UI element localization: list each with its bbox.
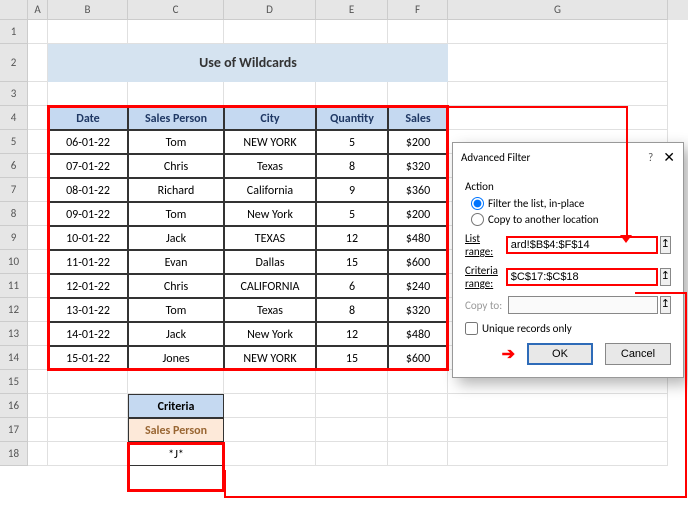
- col-header-A[interactable]: A: [28, 0, 48, 20]
- unique-records-checkbox[interactable]: Unique records only: [465, 322, 671, 335]
- criteria-value-cell[interactable]: *J*: [128, 442, 224, 466]
- criteria-range-picker-icon[interactable]: ↥: [660, 268, 671, 286]
- ok-button[interactable]: OK: [527, 343, 593, 365]
- col-header-G[interactable]: G: [448, 0, 668, 20]
- criteria-header: Sales Person: [128, 418, 224, 442]
- list-range-input[interactable]: [506, 236, 658, 254]
- arrow-right-icon: ➔: [502, 344, 515, 364]
- col-header-B[interactable]: B: [48, 0, 128, 20]
- unique-records-input[interactable]: [465, 322, 478, 335]
- list-range-label: List range:: [465, 232, 506, 258]
- criteria-label: Criteria: [128, 394, 224, 418]
- table-header-salesperson: Sales Person: [128, 106, 224, 130]
- row-header-5[interactable]: 5: [0, 130, 28, 154]
- row-header-9[interactable]: 9: [0, 226, 28, 250]
- close-icon[interactable]: ✕: [663, 149, 675, 166]
- row-header-13[interactable]: 13: [0, 322, 28, 346]
- dialog-title: Advanced Filter: [461, 151, 648, 164]
- table-header-date: Date: [48, 106, 128, 130]
- col-header-C[interactable]: C: [128, 0, 224, 20]
- row-header-17[interactable]: 17: [0, 418, 28, 442]
- connector-line: [224, 470, 226, 496]
- radio-copy-location-input[interactable]: [471, 213, 484, 226]
- row-header-4[interactable]: 4: [0, 106, 28, 130]
- advanced-filter-dialog: Advanced Filter ? ✕ Action Filter the li…: [452, 142, 684, 378]
- select-all-corner[interactable]: [0, 0, 28, 20]
- row-header-7[interactable]: 7: [0, 178, 28, 202]
- row-header-12[interactable]: 12: [0, 298, 28, 322]
- copy-to-input: [508, 296, 658, 314]
- row-header-16[interactable]: 16: [0, 394, 28, 418]
- help-icon[interactable]: ?: [648, 151, 653, 164]
- row-header-10[interactable]: 10: [0, 250, 28, 274]
- row-header-18[interactable]: 18: [0, 442, 28, 466]
- column-headers: A B C D E F G: [0, 0, 688, 20]
- action-group-label: Action: [465, 180, 671, 193]
- row-header-8[interactable]: 8: [0, 202, 28, 226]
- col-header-F[interactable]: F: [388, 0, 448, 20]
- cancel-button[interactable]: Cancel: [605, 343, 671, 365]
- table-header-quantity: Quantity: [316, 106, 388, 130]
- connector-line: [224, 496, 687, 498]
- row-header-1[interactable]: 1: [0, 20, 28, 44]
- copy-to-label: Copy to:: [465, 299, 508, 312]
- col-header-E[interactable]: E: [316, 0, 388, 20]
- row-header-15[interactable]: 15: [0, 370, 28, 394]
- row-header-6[interactable]: 6: [0, 154, 28, 178]
- row-headers: 1 2 3 4 5 6 7 8 9 10 11 12 13 14 15 16 1…: [0, 20, 28, 466]
- row-header-14[interactable]: 14: [0, 346, 28, 370]
- list-range-picker-icon[interactable]: ↥: [660, 236, 671, 254]
- copy-to-picker-icon[interactable]: ↥: [660, 296, 671, 314]
- col-header-D[interactable]: D: [224, 0, 316, 20]
- radio-filter-inplace[interactable]: Filter the list, in-place: [471, 197, 671, 210]
- row-header-3[interactable]: 3: [0, 82, 28, 106]
- row-header-2[interactable]: 2: [0, 44, 28, 82]
- criteria-range-label: Criteria range:: [465, 264, 506, 290]
- table-header-sales: Sales: [388, 106, 448, 130]
- row-header-11[interactable]: 11: [0, 274, 28, 298]
- table-header-city: City: [224, 106, 316, 130]
- sheet-title: Use of Wildcards: [48, 44, 448, 82]
- radio-copy-location[interactable]: Copy to another location: [471, 213, 671, 226]
- radio-filter-inplace-input[interactable]: [471, 197, 484, 210]
- criteria-range-input[interactable]: [506, 268, 658, 286]
